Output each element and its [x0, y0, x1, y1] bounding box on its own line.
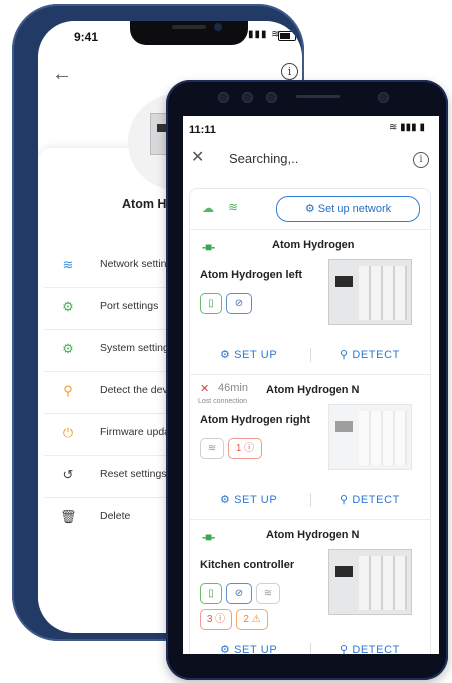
front-phone-sensors: [196, 90, 416, 104]
menu-item-system-settings[interactable]: ⚙ System settings: [44, 329, 184, 372]
page-title: Searching,..: [229, 151, 299, 166]
warning-count: 2: [243, 614, 249, 625]
reset-icon: ↺: [62, 467, 74, 482]
plug-connected-icon: -■-: [202, 530, 215, 544]
menu-item-reset-settings[interactable]: ↺ Reset settings: [44, 455, 184, 498]
gear-icon: ⚙: [220, 349, 235, 361]
detect-label: DETECT: [352, 644, 400, 654]
search-icon: ⚲: [340, 349, 353, 361]
status-time: 9:41: [74, 30, 99, 44]
setup-button[interactable]: ⚙ SET UP: [220, 493, 277, 506]
info-icon[interactable]: i: [281, 63, 298, 80]
device-image: [328, 549, 412, 615]
wifi-icon: ≋: [62, 257, 74, 272]
device-name: Atom Hydrogen right: [200, 414, 310, 426]
bookmark-icon[interactable]: ▯: [200, 293, 222, 314]
phone-notch: [130, 21, 248, 45]
menu-item-label: Reset settings: [100, 468, 167, 480]
card-title: Atom Hydrogen N: [266, 529, 360, 541]
search-icon: ⚲: [340, 644, 353, 654]
setup-label: SET UP: [234, 644, 278, 654]
gears-icon: ⚙: [62, 341, 74, 356]
cloud-icon: ☁: [202, 201, 214, 215]
warning-badge[interactable]: 2 ⚠: [236, 609, 268, 630]
divider: [310, 348, 311, 362]
wifi-off-icon[interactable]: ≋: [256, 583, 280, 604]
menu-item-label: System settings: [100, 342, 175, 354]
front-phone-bottom-bezel: [170, 654, 444, 678]
card-actions: ⚙ SET UP ⚲ DETECT: [190, 342, 430, 368]
battery-icon: [278, 31, 296, 41]
menu-item-label: Delete: [100, 510, 131, 522]
lost-connection-text: Lost connection: [198, 398, 248, 405]
detect-button[interactable]: ⚲ DETECT: [340, 493, 400, 506]
plug-disconnected-icon: ✕: [200, 383, 210, 395]
device-name: Kitchen controller: [200, 559, 295, 571]
menu-item-detect-device[interactable]: ⚲ Detect the device: [44, 371, 184, 414]
network-gear-icon: ⚙: [304, 203, 315, 215]
wifi-icon: ≋: [228, 200, 239, 214]
front-phone-screen: 11:11 ≋ ▮▮▮ ▮ ✕ Searching,.. i ☁ ≋ ⚙ Set…: [183, 116, 439, 654]
signal-icon: ▮▮▮ ≋: [248, 29, 281, 40]
setup-button[interactable]: ⚙ SET UP: [220, 348, 277, 361]
sound-off-icon[interactable]: ⊘: [226, 293, 252, 314]
power-icon: ⏻: [62, 425, 74, 440]
error-badge[interactable]: 3 ⓘ: [200, 609, 232, 630]
card-title: Atom Hydrogen: [272, 239, 355, 251]
gear-icon: ⚙: [220, 494, 235, 506]
setup-button[interactable]: ⚙ SET UP: [220, 643, 277, 654]
setup-network-label: Set up network: [317, 203, 392, 215]
offline-time: 46min: [218, 382, 248, 394]
card-actions: ⚙ SET UP ⚲ DETECT: [190, 487, 430, 513]
device-card[interactable]: -■- Atom Hydrogen Atom Hydrogen left ▯ ⊘…: [190, 229, 430, 375]
device-image: [328, 259, 412, 325]
bookmark-icon[interactable]: ▯: [200, 583, 222, 604]
back-arrow-icon[interactable]: ←: [52, 63, 72, 86]
error-count: 1: [235, 443, 242, 454]
device-card[interactable]: ✕ 46min Lost connection Atom Hydrogen N …: [190, 374, 430, 520]
status-icons: ≋ ▮▮▮ ▮: [389, 122, 425, 133]
menu-item-label: Network setting: [100, 258, 173, 270]
menu-item-network-setting[interactable]: ≋ Network setting: [44, 245, 184, 288]
divider: [310, 643, 311, 654]
card-actions: ⚙ SET UP ⚲ DETECT: [190, 637, 430, 654]
device-name: Atom Hydrogen left: [200, 269, 303, 281]
search-icon: ⚲: [340, 494, 353, 506]
warning-icon: ⚠: [251, 614, 261, 625]
menu-item-firmware-update[interactable]: ⏻ Firmware update: [44, 413, 184, 456]
device-list: ☁ ≋ ⚙ Set up network -■- Atom Hydrogen A…: [189, 188, 431, 654]
wifi-off-icon[interactable]: ≋: [200, 438, 224, 459]
status-time: 11:11: [189, 124, 216, 136]
plug-connected-icon: -■-: [202, 240, 215, 254]
trash-icon: 🗑: [60, 509, 77, 524]
card-title: Atom Hydrogen N: [266, 384, 360, 396]
port-gear-icon: ⚙: [62, 299, 74, 314]
error-icon: ⓘ: [244, 443, 255, 454]
divider: [310, 493, 311, 507]
menu-item-port-settings[interactable]: ⚙ Port settings: [44, 287, 184, 330]
menu-item-delete[interactable]: 🗑 Delete: [44, 497, 184, 539]
error-icon: ⓘ: [215, 614, 226, 625]
setup-label: SET UP: [234, 494, 278, 506]
detect-button[interactable]: ⚲ DETECT: [340, 643, 400, 654]
gear-icon: ⚙: [220, 644, 235, 654]
close-icon[interactable]: ✕: [191, 147, 204, 167]
detect-label: DETECT: [352, 349, 400, 361]
search-icon: ⚲: [63, 383, 73, 398]
setup-network-button[interactable]: ⚙ Set up network: [276, 196, 420, 222]
error-count: 3: [206, 614, 213, 625]
device-card[interactable]: -■- Atom Hydrogen N Kitchen controller ▯…: [190, 519, 430, 654]
sound-off-icon[interactable]: ⊘: [226, 583, 252, 604]
setup-label: SET UP: [234, 349, 278, 361]
detect-button[interactable]: ⚲ DETECT: [340, 348, 400, 361]
menu-item-label: Port settings: [100, 300, 159, 312]
info-icon[interactable]: i: [413, 152, 429, 168]
detect-label: DETECT: [352, 494, 400, 506]
device-image: [328, 404, 412, 470]
network-row: ☁ ≋ ⚙ Set up network: [190, 189, 430, 230]
error-badge[interactable]: 1 ⓘ: [228, 438, 262, 459]
